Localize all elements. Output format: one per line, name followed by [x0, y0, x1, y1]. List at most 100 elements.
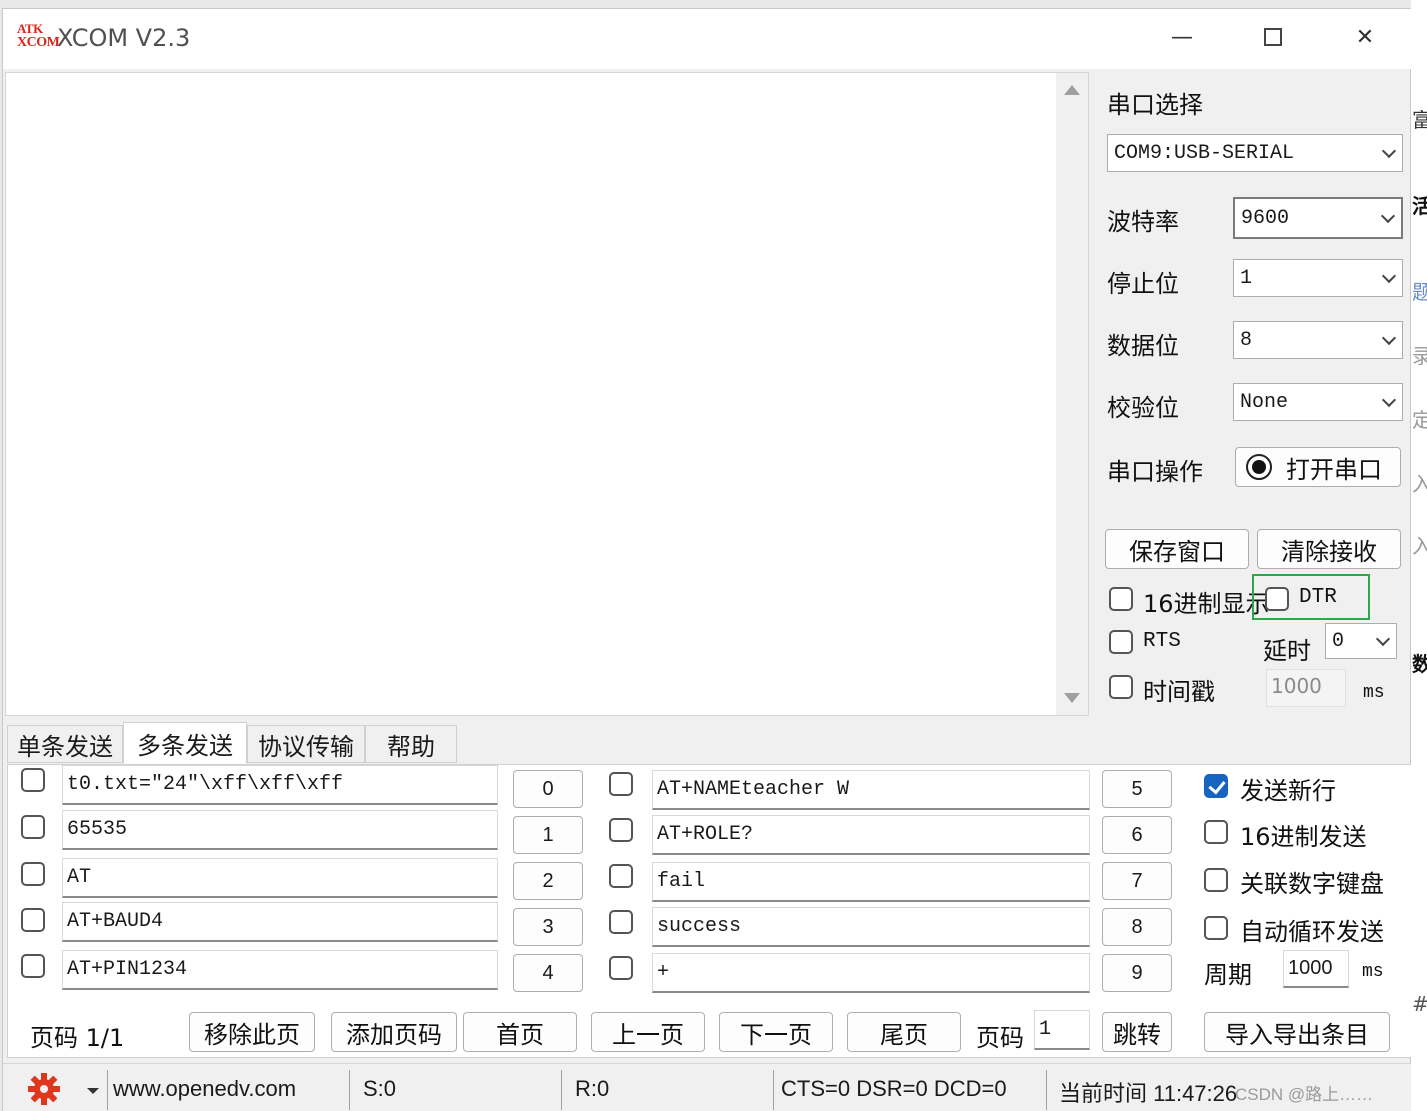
row2-checkbox[interactable] [21, 862, 45, 886]
open-port-button[interactable]: 打开串口 [1235, 447, 1401, 487]
gear-icon[interactable] [27, 1072, 61, 1106]
jump-button[interactable]: 跳转 [1102, 1012, 1172, 1052]
bg-char: 定 [1412, 408, 1427, 432]
scroll-down-icon[interactable] [1064, 693, 1080, 703]
row7-checkbox[interactable] [609, 864, 633, 888]
row4-checkbox[interactable] [21, 954, 45, 978]
status-divider [1046, 1070, 1047, 1110]
bg-char: 录 [1412, 344, 1427, 368]
row9-checkbox[interactable] [609, 956, 633, 980]
status-divider [561, 1070, 562, 1110]
title-bar: ATK XCOM XCOM V2.3 — ✕ [3, 9, 1412, 69]
xcom-window: ATK XCOM XCOM V2.3 — ✕ 串口选择 COM9:USB-SER… [2, 8, 1413, 1111]
row3-send-button[interactable]: 3 [513, 908, 583, 946]
receive-textarea[interactable] [5, 72, 1089, 716]
stopbits-select[interactable]: 1 [1233, 259, 1403, 297]
stopbits-value: 1 [1240, 266, 1253, 290]
bg-char: 富 [1412, 108, 1427, 132]
prev-page-button[interactable]: 上一页 [591, 1012, 705, 1052]
add-page-button[interactable]: 添加页码 [331, 1012, 457, 1052]
row8-checkbox[interactable] [609, 910, 633, 934]
hex-send-checkbox[interactable] [1204, 820, 1228, 844]
delay-label: 延时 [1263, 637, 1311, 665]
receive-scrollbar[interactable] [1056, 73, 1088, 715]
delay-select[interactable]: 0 [1325, 623, 1397, 659]
hex-display-label: 16进制显示 [1143, 590, 1270, 618]
row5-input[interactable]: AT+NAMEteacher W [652, 770, 1090, 810]
maximize-button[interactable] [1251, 19, 1295, 55]
dtr-checkbox[interactable] [1265, 587, 1289, 611]
modem-lines: CTS=0 DSR=0 DCD=0 [781, 1076, 1007, 1101]
port-select[interactable]: COM9:USB-SERIAL [1107, 134, 1403, 172]
website-link[interactable]: www.openedv.com [113, 1076, 296, 1102]
parity-select[interactable]: None [1233, 383, 1403, 421]
auto-loop-checkbox[interactable] [1204, 916, 1228, 940]
databits-select[interactable]: 8 [1233, 321, 1403, 359]
row2-input[interactable]: AT [62, 858, 498, 898]
window-title: XCOM V2.3 [57, 24, 191, 52]
row0-input[interactable]: t0.txt="24"\xff\xff\xff [62, 765, 498, 805]
row2-send-button[interactable]: 2 [513, 862, 583, 900]
tab-protocol[interactable]: 协议传输 [247, 725, 365, 763]
rts-checkbox[interactable] [1109, 630, 1133, 654]
scroll-up-icon[interactable] [1064, 85, 1080, 95]
row9-input[interactable]: + [652, 953, 1090, 993]
baud-value: 9600 [1241, 206, 1290, 230]
timestamp-checkbox[interactable] [1109, 675, 1133, 699]
row6-send-button[interactable]: 6 [1102, 816, 1172, 854]
tab-multi-send[interactable]: 多条发送 [123, 722, 247, 764]
port-label: 串口选择 [1107, 91, 1203, 119]
timestamp-interval-input[interactable]: 1000 [1266, 669, 1346, 707]
baud-select[interactable]: 9600 [1233, 197, 1403, 239]
rts-label: RTS [1143, 630, 1181, 653]
bg-char: 入 [1412, 472, 1427, 496]
link-keypad-checkbox[interactable] [1204, 868, 1228, 892]
hex-display-checkbox[interactable] [1109, 587, 1133, 611]
row6-checkbox[interactable] [609, 818, 633, 842]
next-page-button[interactable]: 下一页 [719, 1012, 833, 1052]
caret-down-icon[interactable] [87, 1088, 99, 1094]
port-value: COM9:USB-SERIAL [1114, 141, 1295, 165]
row7-input[interactable]: fail [652, 862, 1090, 902]
row0-send-button[interactable]: 0 [513, 770, 583, 808]
row3-checkbox[interactable] [21, 908, 45, 932]
close-button[interactable]: ✕ [1343, 19, 1387, 55]
row1-input[interactable]: 65535 [62, 810, 498, 850]
row0-checkbox[interactable] [21, 768, 45, 792]
row9-send-button[interactable]: 9 [1102, 954, 1172, 992]
minimize-button[interactable]: — [1160, 19, 1204, 55]
goto-page-input[interactable]: 1 [1034, 1010, 1090, 1050]
row8-send-button[interactable]: 8 [1102, 908, 1172, 946]
row1-checkbox[interactable] [21, 815, 45, 839]
row4-input[interactable]: AT+PIN1234 [62, 950, 498, 990]
status-bar: www.openedv.com S:0 R:0 CTS=0 DSR=0 DCD=… [3, 1063, 1412, 1111]
row7-send-button[interactable]: 7 [1102, 862, 1172, 900]
background-window-strip: 富 活 题 录 定 入 入 数 # [1411, 0, 1427, 1111]
link-keypad-label: 关联数字键盘 [1240, 870, 1384, 898]
clear-receive-button[interactable]: 清除接收 [1257, 529, 1401, 569]
row5-checkbox[interactable] [609, 772, 633, 796]
remove-page-button[interactable]: 移除此页 [189, 1012, 315, 1052]
received-count: R:0 [575, 1076, 610, 1101]
open-port-label: 打开串口 [1286, 455, 1382, 484]
save-window-button[interactable]: 保存窗口 [1105, 529, 1249, 569]
tab-help[interactable]: 帮助 [365, 725, 457, 763]
period-input[interactable]: 1000 [1283, 950, 1349, 988]
row5-send-button[interactable]: 5 [1102, 770, 1172, 808]
last-page-button[interactable]: 尾页 [847, 1012, 961, 1052]
sent-count: S:0 [363, 1076, 397, 1101]
row1-send-button[interactable]: 1 [513, 816, 583, 854]
close-icon: ✕ [1355, 24, 1375, 50]
row4-send-button[interactable]: 4 [513, 954, 583, 992]
status-divider [349, 1070, 350, 1110]
import-export-button[interactable]: 导入导出条目 [1204, 1012, 1390, 1052]
chevron-down-icon [1380, 208, 1396, 224]
send-newline-checkbox[interactable] [1204, 774, 1228, 798]
row8-input[interactable]: success [652, 907, 1090, 947]
bg-char: 题 [1412, 280, 1427, 304]
tab-single-send[interactable]: 单条发送 [7, 725, 123, 763]
row6-input[interactable]: AT+ROLE? [652, 815, 1090, 855]
first-page-button[interactable]: 首页 [463, 1012, 577, 1052]
row3-input[interactable]: AT+BAUD4 [62, 902, 498, 942]
status-divider [107, 1070, 108, 1110]
